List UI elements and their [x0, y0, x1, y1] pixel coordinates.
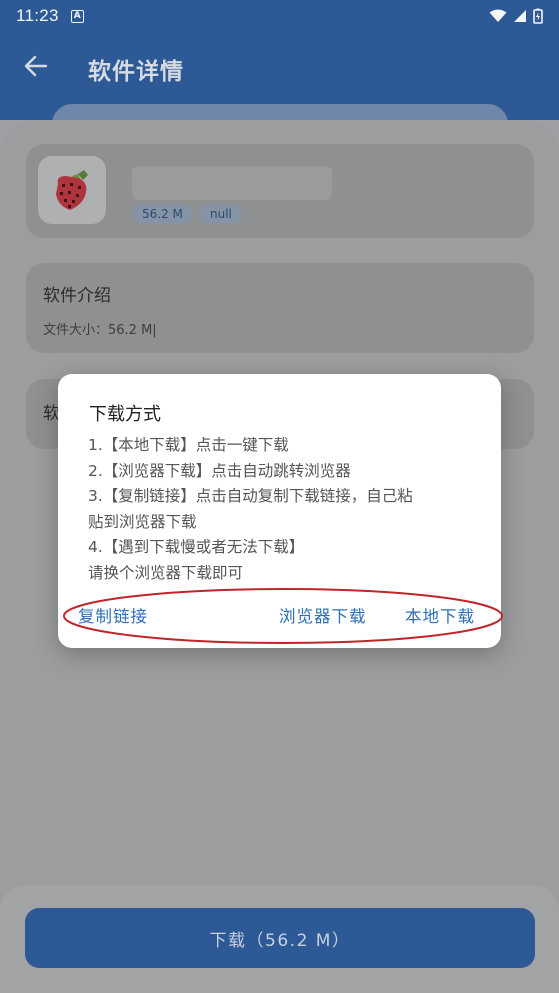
- file-size-text: 文件大小：56.2 M|: [43, 323, 157, 338]
- copy-link-button[interactable]: 复制链接: [78, 603, 148, 627]
- dialog-line: 2.【浏览器下载】点击自动跳转浏览器: [88, 461, 351, 480]
- dialog-line: 请换个浏览器下载即可: [88, 563, 244, 582]
- strawberry-icon: [56, 170, 88, 210]
- app-icon: [38, 156, 106, 224]
- dialog-line: 3.【复制链接】点击自动复制下载链接，自己粘: [88, 487, 413, 505]
- intro-title: 软件介绍: [43, 286, 111, 306]
- download-method-dialog: 下载方式 1.【本地下载】点击一键下载 2.【浏览器下载】点击自动跳转浏览器 3…: [58, 374, 501, 648]
- size-tag: 56.2 M: [132, 204, 193, 224]
- app-info-card: 56.2 M null: [26, 144, 534, 238]
- status-bar: 11:23 A: [0, 0, 559, 32]
- download-button[interactable]: 下载（56.2 M）: [25, 908, 535, 968]
- dialog-line: 1.【本地下载】点击一键下载: [88, 436, 289, 454]
- notification-icon: A: [70, 9, 84, 23]
- app-bar: 软件详情: [0, 32, 559, 144]
- dialog-line: 4.【遇到下载慢或者无法下载】: [88, 538, 305, 556]
- intro-card: 软件介绍 文件大小：56.2 M|: [26, 263, 534, 353]
- dialog-title: 下载方式: [89, 404, 161, 425]
- app-name-redacted: [132, 166, 332, 200]
- back-arrow-icon[interactable]: [22, 52, 50, 80]
- local-download-button[interactable]: 本地下载: [405, 603, 475, 627]
- browser-download-button[interactable]: 浏览器下载: [279, 603, 367, 627]
- dialog-line: 贴到浏览器下载: [88, 512, 197, 531]
- status-time: 11:23: [16, 6, 59, 25]
- wifi-icon: [489, 9, 507, 22]
- dialog-actions: 复制链接 浏览器下载 本地下载: [58, 603, 501, 633]
- version-tag: null: [200, 204, 242, 224]
- signal-icon: [514, 10, 526, 22]
- status-icons: [489, 8, 543, 24]
- dialog-body: 1.【本地下载】点击一键下载 2.【浏览器下载】点击自动跳转浏览器 3.【复制链…: [88, 433, 478, 586]
- battery-icon: [533, 8, 543, 24]
- page-title: 软件详情: [88, 59, 184, 85]
